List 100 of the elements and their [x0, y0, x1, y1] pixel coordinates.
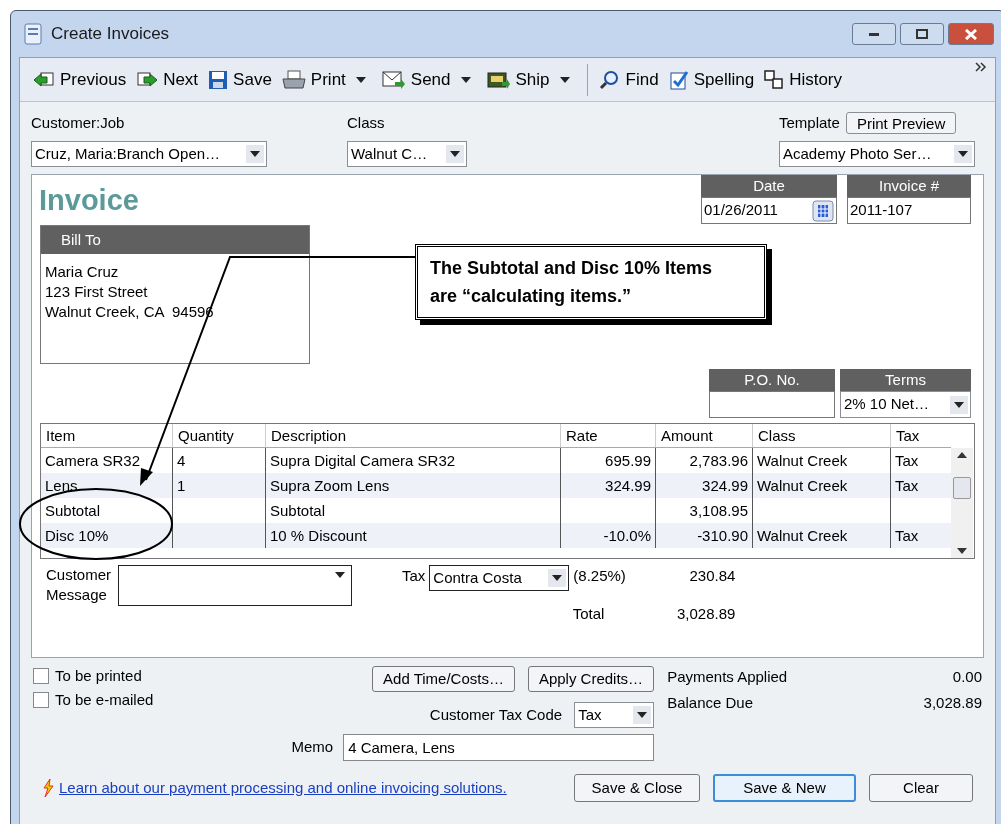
column-label: Invoice #	[878, 175, 939, 196]
region-dropdown[interactable]: Contra Costa	[429, 565, 570, 591]
template-dropdown[interactable]: Academy Photo Ser…	[779, 141, 975, 167]
column-label: Terms	[885, 369, 926, 390]
box-arrow-icon	[486, 69, 511, 90]
column-header: Class	[753, 424, 891, 447]
invoice-number-field[interactable]: 2011-107	[847, 197, 971, 224]
address-line: Maria Cruz	[45, 262, 119, 282]
table-cell-text: Tax	[894, 526, 920, 546]
linked-squares-icon	[764, 69, 785, 90]
field-label: Class	[347, 113, 385, 133]
scrollbar-thumb[interactable]	[953, 477, 971, 499]
left-arrow-icon	[33, 70, 55, 89]
terms-dropdown[interactable]: 2% 10 Net…	[840, 391, 971, 418]
caret-icon	[559, 76, 570, 83]
toolbar-button[interactable]: History	[759, 64, 848, 95]
window-title: Create Invoices	[51, 23, 170, 46]
summary-label: Balance Due	[667, 692, 754, 713]
field-label: Template	[779, 112, 840, 133]
document-icon	[23, 23, 43, 45]
calendar-icon	[812, 199, 834, 222]
date-field[interactable]: 01/26/2011	[701, 197, 837, 224]
checkbox-label: To be e-mailed	[55, 689, 154, 710]
tax-amount: 230.84	[688, 566, 736, 586]
summary-value: 3,028.89	[923, 692, 982, 713]
learn-more-link[interactable]: Learn about our payment processing and online invoicing solutions.	[59, 776, 507, 800]
total-label: Total	[572, 604, 605, 624]
envelope-icon	[381, 69, 406, 90]
toolbar-button[interactable]: Spelling	[663, 64, 760, 95]
checkbox[interactable]	[33, 668, 49, 684]
address-line: 123 First Street	[45, 282, 148, 302]
column-header: Rate	[561, 424, 656, 447]
magnifier-icon	[598, 69, 621, 90]
table-cell-text: Tax	[894, 451, 920, 471]
field-label: Tax	[402, 566, 426, 586]
lightning-bolt-icon	[42, 779, 54, 797]
close-button[interactable]	[948, 23, 994, 45]
caret-icon	[250, 151, 260, 157]
customer-job-dropdown[interactable]: Cruz, Maria:Branch Open…	[31, 141, 267, 167]
checkbox[interactable]	[33, 692, 49, 708]
action-button[interactable]: Add Time/Costs…	[372, 666, 515, 692]
close-icon	[965, 28, 977, 40]
up-arrow-icon	[957, 452, 967, 458]
maximize-button[interactable]	[900, 23, 944, 45]
caret-icon	[552, 575, 563, 581]
scrollbar[interactable]	[951, 448, 973, 558]
po-number-field[interactable]	[709, 391, 835, 418]
tax-code-dropdown[interactable]: Tax	[574, 702, 655, 728]
caret-icon	[335, 572, 345, 578]
right-arrow-icon	[136, 70, 159, 89]
caret-icon	[450, 151, 460, 157]
field-label: Memo	[291, 737, 334, 758]
summary-value: 0.00	[952, 667, 982, 687]
down-arrow-icon	[957, 548, 967, 554]
caret-icon	[460, 76, 471, 83]
toolbar-button[interactable]: Save	[203, 64, 277, 95]
action-button[interactable]: Clear	[869, 774, 973, 802]
action-button[interactable]: Save & Close	[574, 774, 700, 802]
field-label: Customer Tax Code	[429, 704, 563, 725]
toolbar-button[interactable]: Previous	[28, 64, 132, 95]
toolbar-button[interactable]: Find	[593, 64, 664, 95]
toolbar-button[interactable]: Send	[376, 64, 456, 95]
action-button[interactable]: Apply Credits…	[527, 666, 655, 692]
column-header: Quantity	[173, 424, 266, 447]
field-label: Customer:Job	[31, 113, 125, 133]
table-cell: -10.0%	[561, 523, 656, 548]
caret-icon	[637, 712, 648, 718]
document-check-icon	[668, 69, 689, 90]
print-preview-button[interactable]: Print Preview	[845, 112, 957, 134]
table-cell: -310.90	[656, 523, 753, 548]
table-cell: Disc 10%	[41, 523, 173, 548]
toolbar-button[interactable]: Next	[131, 64, 204, 95]
table-cell: 10 % Discount	[266, 523, 561, 548]
toolbar-button[interactable]: Ship	[481, 64, 555, 95]
maximize-icon	[916, 29, 928, 39]
column-header: Tax	[895, 426, 921, 446]
caret-icon	[958, 151, 968, 157]
summary-label: Payments Applied	[667, 667, 788, 687]
minimize-icon	[869, 32, 879, 36]
table-cell: Walnut Creek	[753, 523, 891, 548]
column-label: P.O. No.	[744, 369, 800, 390]
invoice-title: Invoice	[39, 183, 139, 217]
column-header: Amount	[656, 424, 753, 447]
bill-to-label: Bill To	[61, 229, 101, 250]
caret-icon	[954, 401, 964, 408]
tax-rate: (8.25%)	[573, 566, 627, 586]
caret-icon	[355, 76, 366, 83]
class-dropdown[interactable]: Walnut C…	[347, 141, 467, 167]
field-label: Customer Message	[45, 565, 113, 605]
memo-field[interactable]: 4 Camera, Lens	[343, 734, 655, 761]
toolbar-button[interactable]: Print	[276, 64, 351, 95]
checkbox-label: To be printed	[55, 665, 142, 686]
callout-text: The Subtotal and Disc 10% Items are “calculating items.”	[430, 257, 714, 308]
minimize-button[interactable]	[852, 23, 896, 45]
column-label: Date	[753, 175, 785, 196]
action-button[interactable]: Save & New	[713, 774, 856, 802]
table-cell-text: Tax	[894, 476, 920, 496]
customer-message-dropdown[interactable]	[118, 565, 352, 606]
chevrons-icon	[975, 62, 987, 72]
column-header: Description	[266, 424, 561, 447]
